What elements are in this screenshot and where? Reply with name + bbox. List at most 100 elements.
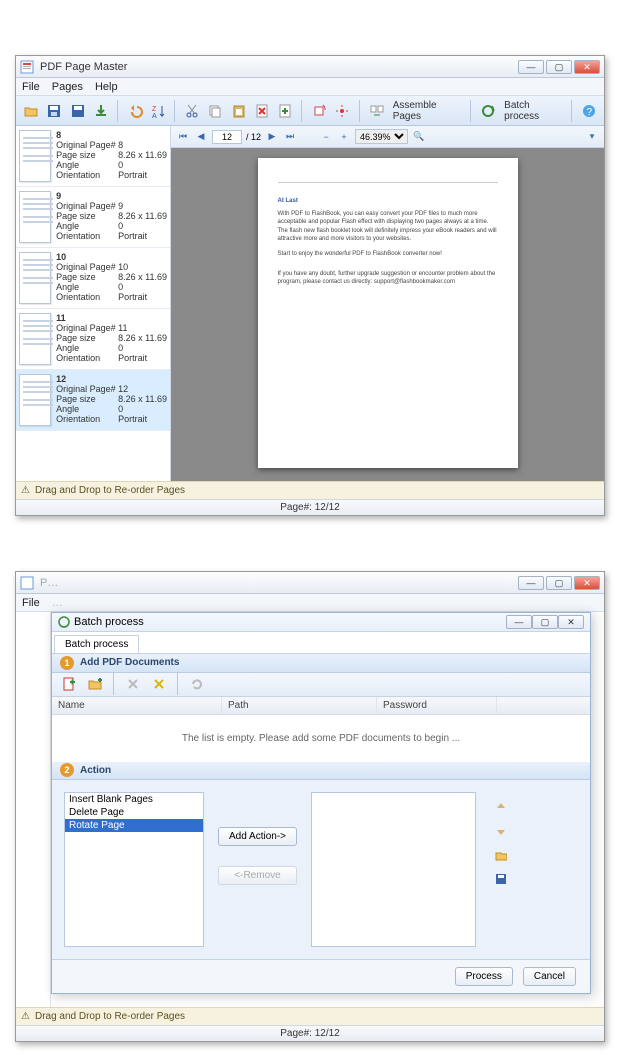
save-as-button[interactable] (67, 100, 87, 122)
viewer-more-button[interactable]: ▾ (585, 130, 599, 144)
dialog-close[interactable]: ✕ (558, 615, 584, 629)
remove-action-button[interactable]: <-Remove (218, 866, 297, 885)
batch-label[interactable]: Batch process (501, 100, 565, 122)
undo-button[interactable] (125, 100, 145, 122)
action-delete-page[interactable]: Delete Page (65, 806, 203, 819)
thumbnail-row[interactable]: 12 Original Page#12 Page size8.26 x 11.6… (16, 370, 170, 431)
add-folder-button[interactable] (84, 673, 106, 695)
thumbnail-image (19, 191, 51, 243)
paste-button[interactable] (229, 100, 249, 122)
action-body: Insert Blank Pages Delete Page Rotate Pa… (52, 780, 590, 959)
menu-help[interactable]: Help (95, 81, 118, 93)
bg-maximize: ▢ (546, 576, 572, 590)
doc-p1: With PDF to FlashBook, you can easy conv… (278, 210, 498, 244)
status-text: Page#: 12/12 (280, 502, 340, 513)
close-button[interactable]: ✕ (574, 60, 600, 74)
bg-titlebar: P… — ▢ ✕ (16, 572, 604, 594)
menu-pages[interactable]: Pages (52, 81, 83, 93)
save-button[interactable] (44, 100, 64, 122)
viewer-toolbar: ⏮ ◀ / 12 ▶ ⏭ − + 46.39% 🔍 ▾ (171, 126, 604, 148)
col-password[interactable]: Password (377, 697, 497, 714)
page-content: At Last With PDF to FlashBook, you can e… (258, 158, 518, 468)
section-add-label: Add PDF Documents (80, 657, 179, 668)
menubar: File Pages Help (16, 78, 604, 96)
docs-toolbar (52, 673, 590, 697)
cancel-button[interactable]: Cancel (523, 967, 576, 986)
thumbnail-row[interactable]: 11 Original Page#11 Page size8.26 x 11.6… (16, 309, 170, 370)
zoom-tool-button[interactable]: 🔍 (412, 130, 426, 144)
first-page-button[interactable]: ⏮ (176, 130, 190, 144)
dialog-tabs: Batch process (52, 632, 590, 654)
menu-file[interactable]: File (22, 81, 40, 93)
assemble-label[interactable]: Assemble Pages (390, 100, 464, 122)
export-button[interactable] (91, 100, 111, 122)
zoom-out-button[interactable]: − (319, 130, 333, 144)
warning-icon: ⚠ (21, 485, 30, 496)
prev-page-button[interactable]: ◀ (194, 130, 208, 144)
sort-button[interactable]: ZA (148, 100, 168, 122)
thumbnail-meta: 12 Original Page#12 Page size8.26 x 11.6… (56, 374, 167, 426)
insert-page-button[interactable] (275, 100, 295, 122)
step-2-badge: 2 (60, 763, 74, 777)
step-1-badge: 1 (60, 656, 74, 670)
action-insert-blank[interactable]: Insert Blank Pages (65, 793, 203, 806)
thumbnail-row[interactable]: 10 Original Page#10 Page size8.26 x 11.6… (16, 248, 170, 309)
assemble-button[interactable] (366, 100, 386, 122)
last-page-button[interactable]: ⏭ (283, 130, 297, 144)
bg-hint-text: Drag and Drop to Re-order Pages (35, 1011, 185, 1022)
move-down-button[interactable] (494, 824, 508, 838)
add-file-button[interactable] (58, 673, 80, 695)
zoom-select[interactable]: 46.39% (355, 129, 408, 144)
dialog-footer: Process Cancel (52, 959, 590, 993)
document-area[interactable]: At Last With PDF to FlashBook, you can e… (171, 148, 604, 481)
col-name[interactable]: Name (52, 697, 222, 714)
clear-docs-button[interactable] (148, 673, 170, 695)
maximize-button[interactable]: ▢ (546, 60, 572, 74)
open-button[interactable] (21, 100, 41, 122)
thumbnail-row[interactable]: 9 Original Page#9 Page size8.26 x 11.69 … (16, 187, 170, 248)
save-config-button[interactable] (494, 872, 508, 886)
titlebar: PDF Page Master — ▢ ✕ (16, 56, 604, 78)
rotate-button[interactable] (309, 100, 329, 122)
status-bar: Page#: 12/12 (16, 499, 604, 515)
thumbnail-row[interactable]: 8 Original Page#8 Page size8.26 x 11.69 … (16, 126, 170, 187)
minimize-button[interactable]: — (518, 60, 544, 74)
doc-p3: If you have any doubt, further upgrade s… (278, 270, 498, 287)
bg-close: ✕ (574, 576, 600, 590)
remove-doc-button[interactable] (122, 673, 144, 695)
svg-text:Z: Z (152, 106, 157, 113)
dialog-maximize[interactable]: ▢ (532, 615, 558, 629)
cut-button[interactable] (182, 100, 202, 122)
available-actions-list[interactable]: Insert Blank Pages Delete Page Rotate Pa… (64, 792, 204, 947)
help-button[interactable]: ? (579, 100, 599, 122)
move-up-button[interactable] (494, 800, 508, 814)
zoom-in-button[interactable]: + (337, 130, 351, 144)
process-button[interactable]: Process (455, 967, 513, 986)
bg-status-text: Page#: 12/12 (280, 1028, 340, 1039)
dialog-minimize[interactable]: — (506, 615, 532, 629)
fit-button[interactable] (332, 100, 352, 122)
bg-menubar: File … (16, 594, 604, 612)
tab-batch-process[interactable]: Batch process (54, 635, 139, 653)
dialog-titlebar: Batch process — ▢ ✕ (52, 613, 590, 632)
section-action-label: Action (80, 765, 111, 776)
refresh-docs-button[interactable] (186, 673, 208, 695)
thumbnail-meta: 11 Original Page#11 Page size8.26 x 11.6… (56, 313, 167, 365)
page-input[interactable] (212, 130, 242, 144)
thumbnail-panel: 8 Original Page#8 Page size8.26 x 11.69 … (16, 126, 171, 481)
thumbnail-image (19, 374, 51, 426)
action-rotate-page[interactable]: Rotate Page (65, 819, 203, 832)
section-action: 2 Action (52, 762, 590, 781)
selected-actions-list[interactable] (311, 792, 476, 947)
batch-button[interactable] (478, 100, 498, 122)
copy-button[interactable] (205, 100, 225, 122)
add-action-button[interactable]: Add Action-> (218, 827, 297, 846)
thumbnail-meta: 8 Original Page#8 Page size8.26 x 11.69 … (56, 130, 167, 182)
docs-header-row: Name Path Password (52, 697, 590, 715)
next-page-button[interactable]: ▶ (265, 130, 279, 144)
main-toolbar: ZA Assemble Pages Batch process ? (16, 96, 604, 126)
dialog-title: Batch process (74, 616, 144, 628)
open-config-button[interactable] (494, 848, 508, 862)
col-path[interactable]: Path (222, 697, 377, 714)
delete-page-button[interactable] (252, 100, 272, 122)
